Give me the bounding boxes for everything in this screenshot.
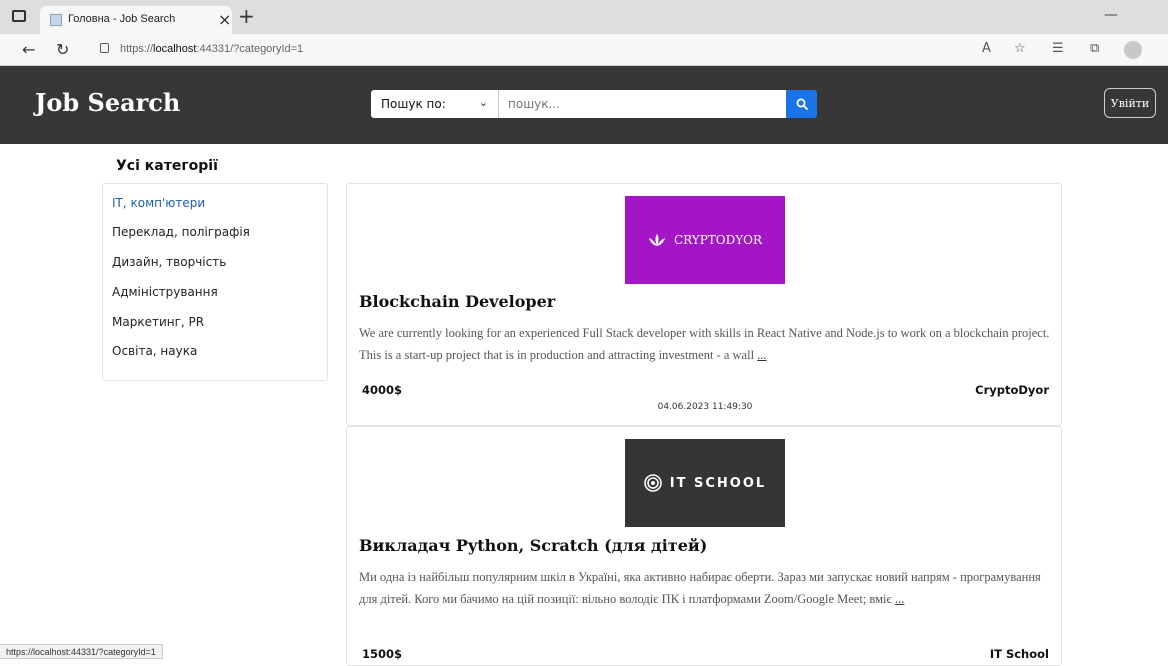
logo-text: IT SCHOOL xyxy=(669,475,767,491)
job-title[interactable]: Викладач Python, Scratch (для дітей) xyxy=(359,536,707,555)
url-text: https://localhost:44331/?categoryId=1 xyxy=(120,43,304,55)
new-tab-icon[interactable]: + xyxy=(238,4,255,28)
chevron-down-icon: ⌄ xyxy=(478,96,488,109)
lotus-icon xyxy=(648,234,665,246)
status-bar-url: https://localhost:44331/?categoryId=1 xyxy=(0,644,163,659)
category-item-education[interactable]: Освіта, наука xyxy=(112,344,197,358)
job-card[interactable]: IT SCHOOL Викладач Python, Scratch (для … xyxy=(346,426,1062,666)
job-description: Ми одна із найбільш популярним шкіл в Ук… xyxy=(359,570,1041,606)
collections-icon[interactable]: ⧉ xyxy=(1090,41,1099,56)
category-item-design[interactable]: Дизайн, творчість xyxy=(112,255,226,269)
refresh-icon[interactable]: ↻ xyxy=(56,40,69,59)
search-button[interactable] xyxy=(786,90,817,118)
search-bar: Пошук по: ⌄ xyxy=(371,90,817,118)
categories-list: IT, комп'ютери Переклад, поліграфія Диза… xyxy=(102,183,328,381)
company-logo: CRYPTODYOR xyxy=(625,196,785,284)
back-icon[interactable]: ← xyxy=(22,40,35,59)
category-item-translation[interactable]: Переклад, поліграфія xyxy=(112,225,250,239)
category-item-marketing[interactable]: Маркетинг, PR xyxy=(112,315,204,329)
company-logo: IT SCHOOL xyxy=(625,439,785,527)
job-card[interactable]: CRYPTODYOR Blockchain Developer We are c… xyxy=(346,183,1062,426)
url-field[interactable]: https://localhost:44331/?categoryId=1 xyxy=(92,39,1092,61)
login-button[interactable]: Увійти xyxy=(1104,88,1156,118)
address-bar: ← ↻ https://localhost:44331/?categoryId=… xyxy=(0,34,1168,66)
favorites-list-icon[interactable]: ☰ xyxy=(1052,41,1064,56)
minimize-icon[interactable]: — xyxy=(1104,7,1118,23)
read-more-link[interactable]: ... xyxy=(895,592,904,606)
logo-text: CRYPTODYOR xyxy=(673,233,763,247)
job-company: CryptoDyor xyxy=(975,383,1049,397)
search-by-select[interactable]: Пошук по: ⌄ xyxy=(371,90,499,118)
job-title[interactable]: Blockchain Developer xyxy=(359,292,555,311)
search-by-label: Пошук по: xyxy=(381,97,446,111)
search-input[interactable] xyxy=(499,90,786,118)
read-aloud-icon[interactable]: A xyxy=(982,41,991,56)
browser-tabbar: Головна - Job Search × + — xyxy=(0,0,1168,34)
lock-icon xyxy=(100,43,109,53)
job-date: 04.06.2023 11:49:30 xyxy=(657,402,753,412)
browser-tab[interactable]: Головна - Job Search × xyxy=(40,6,232,34)
search-icon xyxy=(796,98,808,110)
categories-title: Усі категорії xyxy=(116,158,218,174)
favicon-icon xyxy=(50,14,62,26)
read-more-link[interactable]: ... xyxy=(757,348,766,362)
tab-title: Головна - Job Search xyxy=(68,13,176,25)
brand-logo[interactable]: Job Search xyxy=(35,88,180,117)
category-item-it[interactable]: IT, комп'ютери xyxy=(112,196,205,210)
job-salary: 4000$ xyxy=(362,383,403,397)
favorite-star-icon[interactable]: ☆ xyxy=(1014,41,1026,56)
category-item-administration[interactable]: Адміністрування xyxy=(112,285,218,299)
profile-avatar-icon[interactable] xyxy=(1124,41,1142,59)
job-description: We are currently looking for an experien… xyxy=(359,326,1050,362)
close-tab-icon[interactable]: × xyxy=(218,10,231,29)
tab-actions-icon[interactable] xyxy=(12,10,26,22)
target-icon xyxy=(643,474,662,492)
site-header: Job Search Пошук по: ⌄ Увійти xyxy=(0,66,1168,144)
